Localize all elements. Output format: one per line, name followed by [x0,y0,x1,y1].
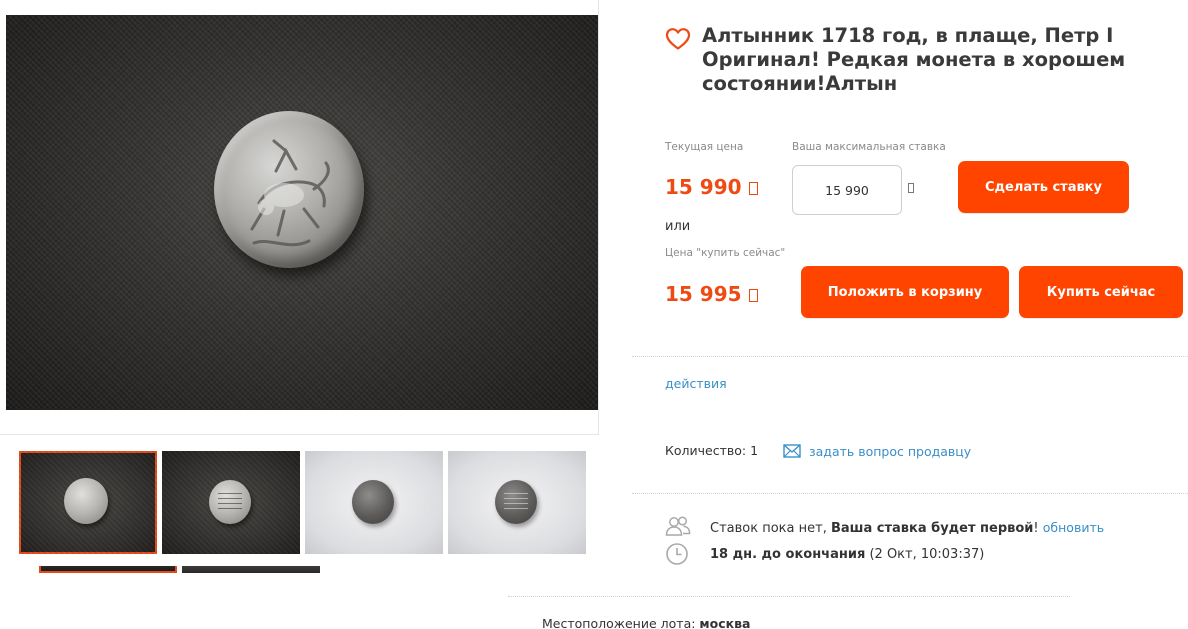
thumbnail-row2-item[interactable] [39,566,177,573]
actions-link[interactable]: действия [665,376,727,391]
ruble-icon [748,182,758,195]
current-price-label: Текущая цена [665,141,744,153]
max-bid-input[interactable] [792,165,902,215]
or-text: или [665,219,691,234]
quantity: Количество: 1 [665,443,758,458]
lot-title: Алтынник 1718 год, в плаще, Петр I Ориги… [702,24,1126,95]
thumbnail-coin-reverse-dark[interactable] [162,451,300,554]
buy-now-price: 15 995 [665,282,758,306]
quantity-label: Количество: [665,443,747,458]
place-bid-button[interactable]: Сделать ставку [958,161,1129,213]
buy-now-price-label: Цена "купить сейчас" [665,247,786,259]
refresh-link[interactable]: обновить [1043,520,1104,535]
time-left: 18 дн. до окончания [710,547,866,562]
add-to-cart-button[interactable]: Положить в корзину [801,266,1009,318]
heart-outline-icon[interactable] [665,27,691,51]
st-george-relief [250,139,330,247]
coin-image [214,111,364,268]
thumbnail-coin-obverse-dark[interactable] [19,451,157,554]
divider [632,356,1188,357]
no-bids-text: Ставок пока нет, [710,521,827,536]
thumbnail-coin-reverse-light[interactable] [448,451,586,554]
thumb-coin [495,480,537,524]
auction-end: 18 дн. до окончания (2 Окт, 10:03:37) [710,547,984,562]
divider [508,596,1070,597]
current-price: 15 990 [665,175,758,199]
quantity-value: 1 [750,443,759,458]
ask-seller-link[interactable]: задать вопрос продавцу [809,444,971,459]
thumbnail-coin-obverse-light[interactable] [305,451,443,554]
thumb-coin [352,480,394,524]
divider [632,493,1188,494]
clock-icon [666,543,688,565]
ruble-icon [748,289,758,302]
ruble-icon [908,183,914,193]
location-value: москва [699,616,751,629]
envelope-icon[interactable] [783,444,801,458]
thumb-coin [64,478,108,524]
buy-now-price-value: 15 995 [665,282,742,306]
users-icon [665,516,691,536]
current-price-value: 15 990 [665,175,742,199]
bids-status: Ставок пока нет, Ваша ставка будет перво… [710,520,1105,536]
buy-now-button[interactable]: Купить сейчас [1019,266,1183,318]
lot-location: Местоположение лота: москва [542,616,750,629]
main-lot-photo[interactable] [6,15,598,410]
thumbnail-row2-item[interactable] [182,566,320,573]
max-bid-label: Ваша максимальная ставка [792,141,946,153]
first-bid-text: Ваша ставка будет первой [830,521,1034,536]
thumb-coin [209,480,251,524]
end-datetime: (2 Окт, 10:03:37) [869,547,985,562]
location-label: Местоположение лота: [542,616,696,629]
